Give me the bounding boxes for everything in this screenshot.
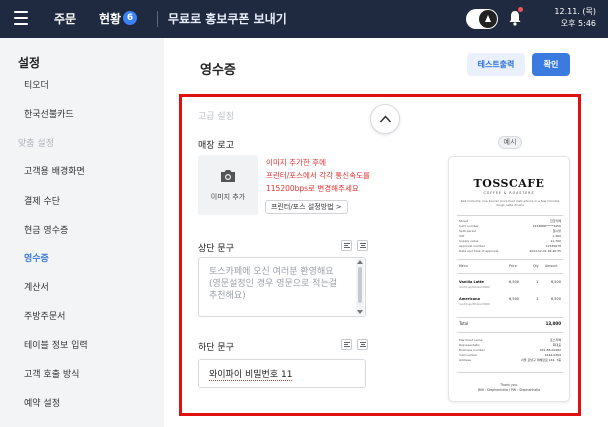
clock: 12.11. (목) 오후 5:46 [540, 6, 596, 30]
top-text-align-group [341, 240, 368, 251]
sidebar-item-kitchen-order[interactable]: 주방주문서 [24, 309, 65, 322]
test-print-button[interactable]: 테스트출력 [467, 53, 525, 76]
receipt-divider [457, 372, 563, 373]
bell-icon[interactable] [508, 10, 522, 26]
receipt-info-row: Date and time of approval 2021.12.01 18:4… [459, 249, 561, 254]
receipt-divider [457, 259, 563, 260]
sidebar-item-reservation[interactable]: 예약 설정 [24, 396, 60, 409]
nav-order[interactable]: 주문 [54, 10, 76, 27]
sidebar-item-customer-wallpaper[interactable]: 고객용 배경화면 [24, 164, 85, 177]
receipt-item-option: Iced/Cup/Whole(3000) [459, 302, 491, 306]
bottom-text-value: 와이파이 비밀번호 11 [209, 370, 293, 381]
receipt-item-option: Iced/Cup/Whole(3000) [459, 285, 491, 289]
promo-coupon-link[interactable]: 무료로 홍보쿠폰 보내기 [168, 10, 287, 27]
sidebar-item-payment-method[interactable]: 결제 수단 [24, 194, 60, 207]
confirm-button[interactable]: 확인 [532, 53, 570, 76]
top-text-input[interactable]: 토스카페에 오신 여러분 환영해요 (영문설정인 경우 영문으로 적는걸 추천해… [198, 257, 366, 317]
page-title: 영수증 [200, 63, 236, 78]
bottom-text-input[interactable]: 와이파이 비밀번호 11 [198, 359, 366, 388]
sidebar-item-table-info[interactable]: 테이블 정보 입력 [24, 338, 88, 351]
advanced-settings-label: 고급 설정 [198, 112, 234, 122]
receipt-item-qty: 1 [536, 280, 539, 284]
scroll-up-icon[interactable] [357, 260, 363, 264]
receipt-merchant-key: Address [459, 358, 471, 362]
receipt-preview: TOSSCAFE COFFEE & ROASTERS Red instructs… [448, 156, 570, 402]
clock-time: 오후 5:46 [560, 19, 596, 28]
receipt-wifi: Wifi : Stephenhello / PW : Stephenhello [477, 388, 541, 392]
receipt-description: Red instructs, one kouran lours food ins… [460, 199, 560, 207]
receipt-item-price: 6,500 [509, 297, 520, 301]
receipt-col-price: Price [509, 264, 517, 268]
clock-date: 12.11. (목) [554, 7, 596, 16]
receipt-col-menu: Menu [459, 264, 468, 268]
store-logo-label: 매장 로고 [198, 141, 234, 151]
sidebar: 설정 티오더 한국선불카드 맞춤 설정 고객용 배경화면 결제 수단 현금 영수… [0, 38, 164, 427]
receipt-item: Vanilla Latte Iced/Cup/Whole(3000) 6,500… [459, 280, 561, 291]
receipt-info-key: Date and time of approval [459, 249, 499, 253]
receipt-item-price: 6,500 [509, 280, 520, 284]
sidebar-group-custom: 맞춤 설정 [18, 139, 54, 149]
receipt-item-amount: 6,500 [550, 280, 561, 284]
receipt-col-qty: Qty [533, 264, 539, 268]
top-bar: 주문 현황 6 무료로 홍보쿠폰 보내기 12.11. (목) 오후 5:46 [0, 0, 608, 38]
receipt-total-label: Total [459, 321, 469, 326]
sidebar-title: 설정 [18, 56, 41, 70]
toss-logo-icon [485, 15, 491, 22]
top-text-scrollbar[interactable] [356, 259, 364, 315]
receipt-total: Total 13,000 [459, 321, 561, 327]
receipt-col-amount: Amount [545, 264, 558, 268]
example-badge: 예시 [498, 136, 522, 149]
nav-status[interactable]: 현황 [99, 10, 121, 27]
receipt-merchant-value: 서울 강남구 테헤란로 142, 7층 [520, 358, 561, 362]
top-text-placeholder: 토스카페에 오신 여러분 환영해요 (영문설정인 경우 영문으로 적는걸 추천해… [209, 267, 338, 301]
align-center-icon[interactable] [357, 339, 368, 350]
receipt-table-header: Menu Price Qty Amount [459, 264, 561, 269]
sidebar-item-cash-receipt[interactable]: 현금 영수증 [24, 223, 68, 236]
bottom-text-label: 하단 문구 [198, 343, 234, 353]
notification-dot [518, 7, 523, 12]
logo-warning-line-2: 프린터/포스에서 각각 통신속도를 [266, 171, 370, 180]
logo-warning-line-3: 115200bps로 변경해주세요 [266, 184, 359, 193]
menu-icon[interactable] [14, 11, 28, 25]
scroll-thumb[interactable] [358, 267, 362, 303]
receipt-logo: TOSSCAFE [473, 177, 545, 190]
receipt-item: Americano Iced/Cup/Whole(3000) 6,500 1 6… [459, 297, 561, 308]
sidebar-item-torder[interactable]: 티오더 [24, 78, 49, 91]
receipt-divider [457, 215, 563, 216]
printer-guide-button[interactable]: 프린터/포스 설정방법 > [265, 200, 348, 214]
camera-icon [221, 170, 235, 182]
align-center-icon[interactable] [357, 240, 368, 251]
align-left-icon[interactable] [341, 339, 352, 350]
sidebar-item-receipt[interactable]: 영수증 [24, 251, 49, 264]
nav-divider [157, 11, 158, 27]
receipt-item-amount: 6,500 [550, 297, 561, 301]
logo-warning-line-1: 이미지 추가한 후에 [266, 158, 326, 167]
add-image-button[interactable]: 이미지 추가 [198, 155, 258, 215]
align-left-icon[interactable] [341, 240, 352, 251]
mode-toggle[interactable] [466, 9, 498, 29]
receipt-subtitle: COFFEE & ROASTERS [483, 191, 535, 195]
chevron-up-icon [379, 115, 392, 123]
receipt-divider [457, 317, 563, 318]
add-image-label: 이미지 추가 [210, 193, 246, 201]
receipt-divider [457, 332, 563, 333]
receipt-item-qty: 1 [536, 297, 539, 301]
toggle-knob [479, 10, 497, 28]
collapse-button[interactable] [370, 104, 400, 134]
sidebar-item-invoice[interactable]: 계산서 [24, 280, 49, 293]
bottom-text-align-group [341, 339, 368, 350]
sidebar-item-prepaid-card[interactable]: 한국선불카드 [24, 107, 74, 120]
top-text-label: 상단 문구 [198, 244, 234, 254]
receipt-info-value: 2021.12.01 18:40:35 [529, 249, 561, 253]
sidebar-item-customer-call[interactable]: 고객 호출 방식 [24, 367, 79, 380]
receipt-merchant-row: Address 서울 강남구 테헤란로 142, 7층 [459, 358, 561, 363]
status-badge: 6 [123, 11, 137, 25]
receipt-divider [457, 273, 563, 274]
scroll-down-icon[interactable] [357, 310, 363, 314]
receipt-footer: Thank you. Wifi : Stephenhello / PW : St… [449, 383, 569, 393]
receipt-total-value: 13,000 [545, 321, 561, 326]
